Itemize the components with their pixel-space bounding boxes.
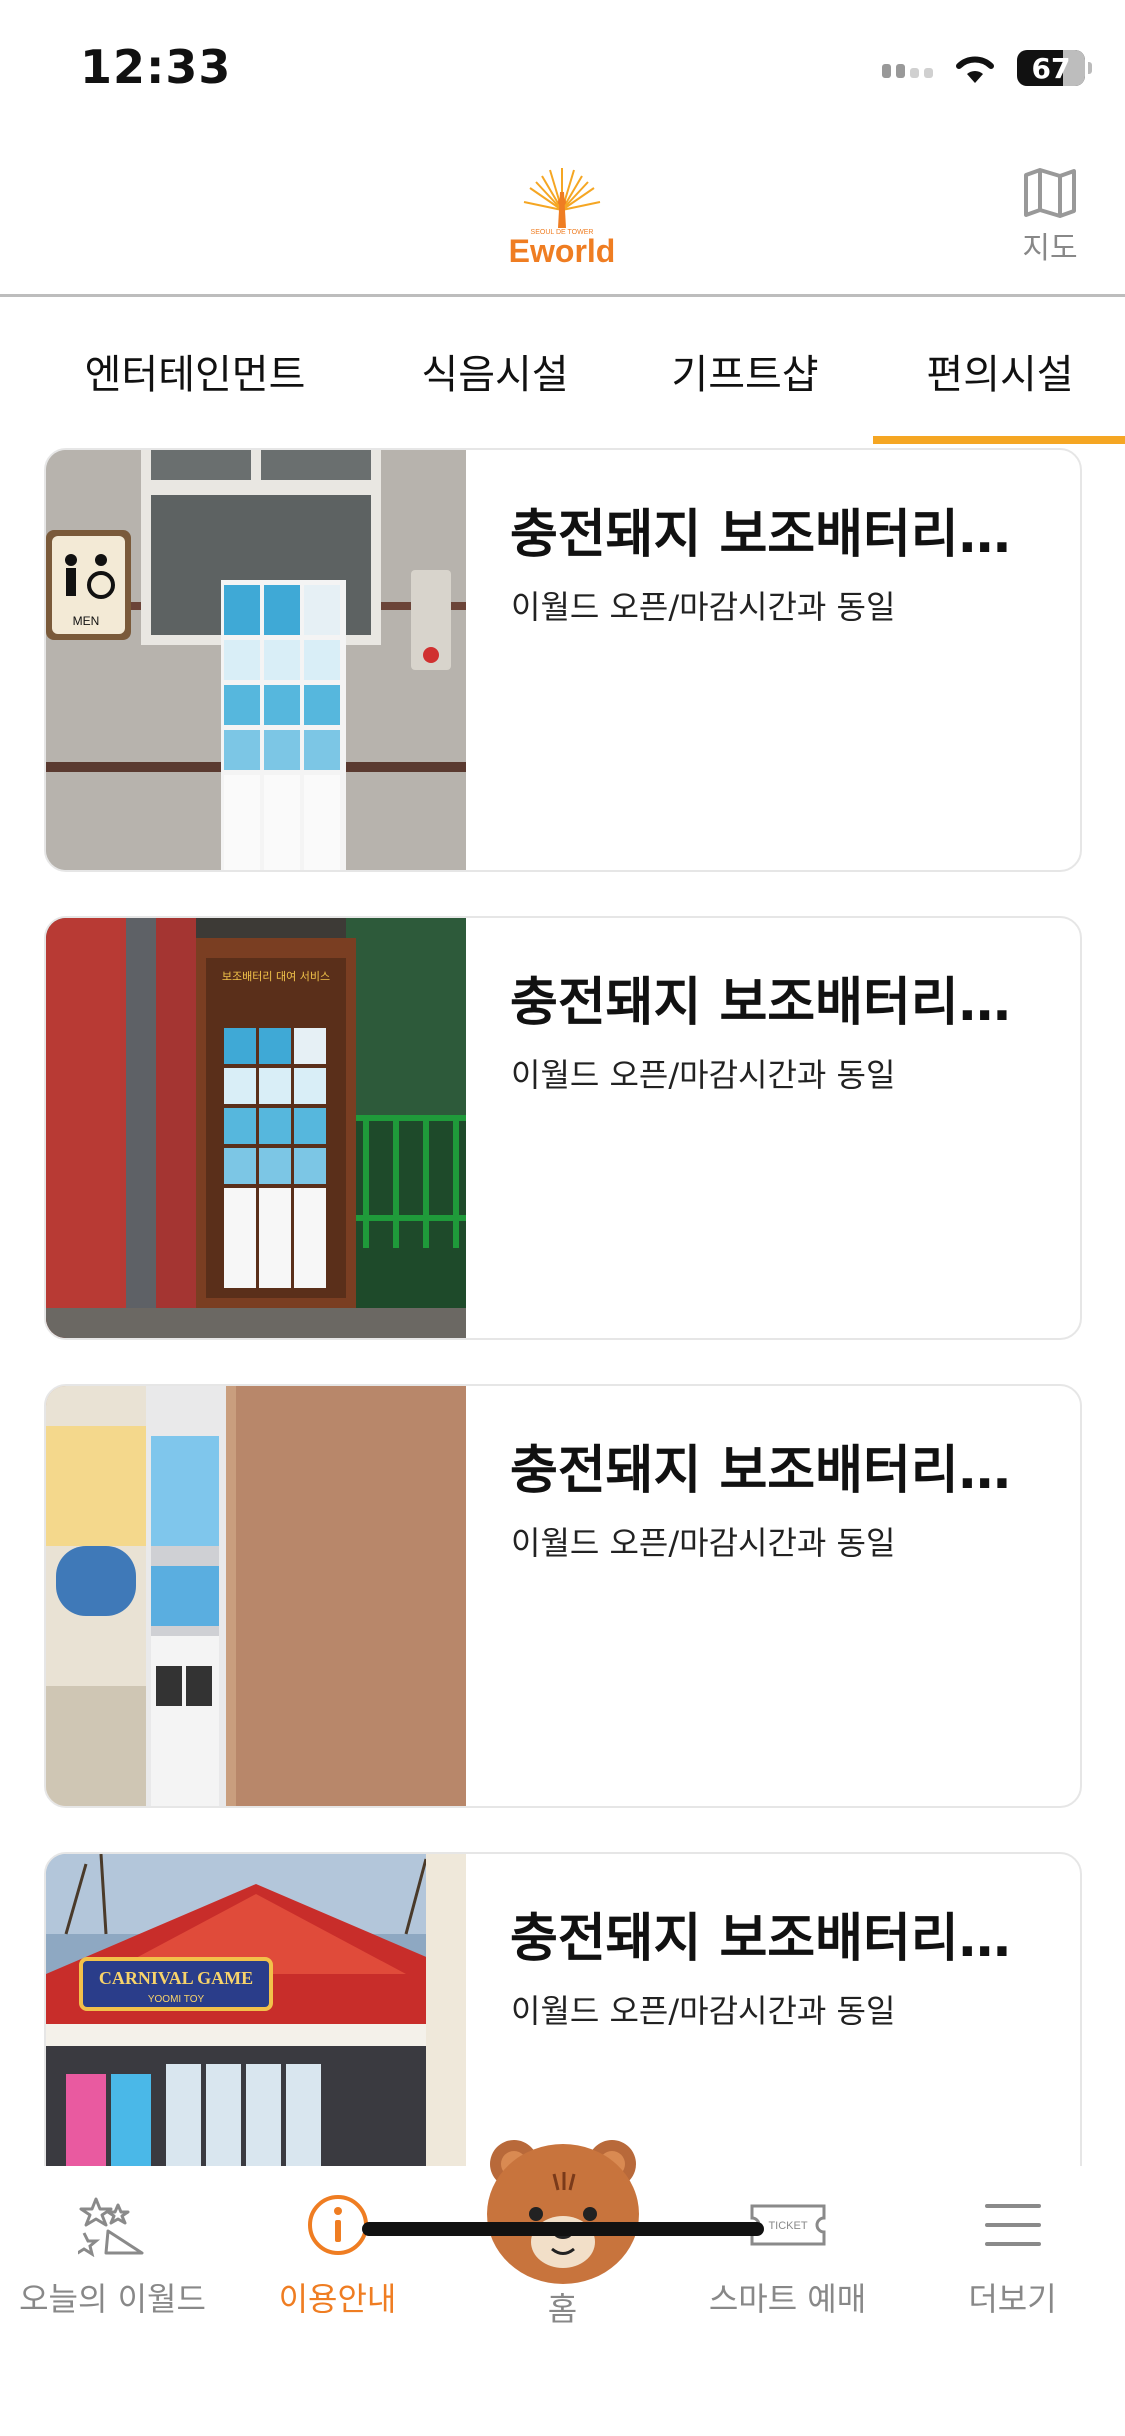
list-item[interactable]: CARNIVAL GAME YOOMI TOY 충전돼지 보조배터리… 이월드 …	[44, 1852, 1082, 2166]
tab-convenience[interactable]: 편의시설	[900, 298, 1100, 444]
list-item[interactable]: 보조배터리 대여 서비스 충전돼지 보조배터리… 이월드 오픈/마감시간과 동일	[44, 916, 1082, 1340]
facility-photo	[46, 1386, 466, 1806]
logo-text: Eworld	[509, 233, 616, 269]
wifi-icon	[956, 56, 994, 83]
app-header: SEOUL DE TOWER Eworld 지도	[0, 132, 1125, 297]
facility-hours: 이월드 오픈/마감시간과 동일	[511, 1992, 896, 2030]
facility-hours: 이월드 오픈/마감시간과 동일	[511, 1524, 896, 1562]
nav-label: 오늘의 이월드	[19, 2280, 206, 2318]
facility-title: 충전돼지 보조배터리…	[510, 973, 1011, 1033]
sparkle-icon	[73, 2190, 153, 2260]
nav-more[interactable]: 더보기	[900, 2190, 1125, 2320]
nav-guide[interactable]: 이용안내	[225, 2190, 450, 2320]
eworld-logo[interactable]: SEOUL DE TOWER Eworld	[490, 162, 635, 272]
facility-photo: 보조배터리 대여 서비스	[46, 918, 466, 1338]
facility-title: 충전돼지 보조배터리…	[510, 1909, 1011, 1969]
tab-active-indicator	[873, 436, 1125, 444]
bottom-navigation: 오늘의 이월드 이용안내 홈 TICKET 스마트 예매 더보기	[0, 2140, 1125, 2436]
menu-icon	[973, 2190, 1053, 2260]
status-icons: 67	[882, 48, 1092, 88]
map-label: 지도	[1022, 231, 1078, 266]
map-icon	[1024, 168, 1076, 218]
facility-hours: 이월드 오픈/마감시간과 동일	[511, 1056, 896, 1094]
bear-home-icon	[487, 2140, 639, 2284]
men-sign-text: MEN	[73, 614, 100, 628]
battery-level: 67	[1031, 51, 1071, 85]
cellular-signal-icon	[882, 58, 933, 78]
category-tabs: 엔터테인먼트 식음시설 기프트샵 편의시설	[0, 298, 1125, 444]
nav-home[interactable]: 홈	[450, 2140, 675, 2328]
nav-label: 홈	[547, 2290, 578, 2328]
facility-title: 충전돼지 보조배터리…	[510, 505, 1011, 565]
facility-photo: MEN	[46, 450, 466, 870]
facility-title: 충전돼지 보조배터리…	[510, 1441, 1011, 1501]
status-time: 12:33	[80, 40, 232, 94]
rental-sign-text: 보조배터리 대여 서비스	[222, 970, 330, 983]
facility-hours: 이월드 오픈/마감시간과 동일	[511, 588, 896, 626]
home-indicator[interactable]	[362, 2222, 764, 2236]
tab-entertainment[interactable]: 엔터테인먼트	[60, 298, 330, 444]
map-button[interactable]: 지도	[1015, 167, 1085, 267]
list-item[interactable]: 충전돼지 보조배터리… 이월드 오픈/마감시간과 동일	[44, 1384, 1082, 1808]
nav-label: 스마트 예매	[708, 2280, 867, 2318]
nav-today-eworld[interactable]: 오늘의 이월드	[0, 2190, 225, 2320]
carnival-sign-subtext: YOOMI TOY	[148, 1994, 205, 2005]
tab-gift-shop[interactable]: 기프트샵	[650, 298, 840, 444]
facility-photo: CARNIVAL GAME YOOMI TOY	[46, 1854, 466, 2166]
ticket-icon-text: TICKET	[768, 2220, 807, 2232]
nav-label: 이용안내	[278, 2280, 397, 2318]
carnival-sign-text: CARNIVAL GAME	[99, 1968, 253, 1988]
list-item[interactable]: MEN 충전돼지 보조배터리… 이월드 오픈/마감시간과 동일	[44, 448, 1082, 872]
facility-list: MEN 충전돼지 보조배터리… 이월드 오픈/마감시간과 동일 보조배터리 대여…	[0, 446, 1125, 2166]
nav-label: 더보기	[968, 2280, 1057, 2318]
status-bar: 12:33 67	[0, 0, 1125, 132]
nav-smart-booking[interactable]: TICKET 스마트 예매	[675, 2190, 900, 2320]
battery-icon: 67	[1017, 50, 1092, 86]
tab-food[interactable]: 식음시설	[400, 298, 590, 444]
